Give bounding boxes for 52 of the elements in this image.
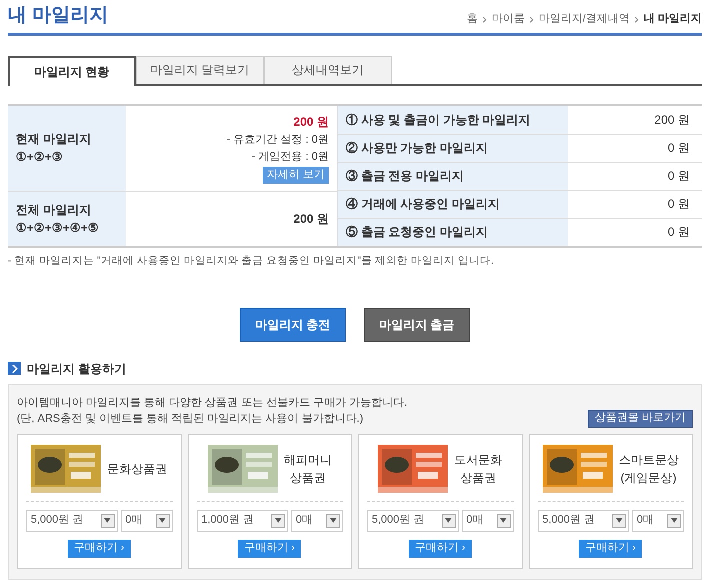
voucher-name: 도서문화 상품권	[454, 452, 502, 486]
quantity-select[interactable]: 0매	[632, 510, 684, 532]
action-button[interactable]: 마일리지 충전	[240, 308, 346, 342]
amount-text: 0 원	[668, 140, 690, 158]
amount-text: 200 원	[294, 210, 329, 228]
info-text: (단, ARS충전 및 이벤트를 통해 적립된 마일리지는 사용이 불가합니다.)	[17, 412, 365, 427]
action-button[interactable]: 마일리지 출금	[364, 308, 470, 342]
row-label: ⑤ 출금 요청중인 마일리지	[346, 224, 488, 242]
chevron-icon	[634, 16, 639, 22]
formula-text: ①+②+③+④+⑤	[16, 220, 100, 237]
detail-text: - 게임전용 : 0원	[252, 150, 329, 166]
amount-text: 200 원	[654, 112, 690, 129]
quantity-select[interactable]: 0매	[120, 510, 172, 532]
info-text: 아이템매니아 마일리지를 통해 다양한 상품권 또는 선불카드 구매가 가능합니다.	[17, 396, 408, 410]
denomination-select[interactable]: 5,000원 권	[367, 510, 458, 532]
tab[interactable]: 마일리지 달력보기	[136, 56, 264, 84]
voucher-name: 문화상품권	[107, 460, 168, 478]
tab[interactable]: 마일리지 현황	[8, 56, 136, 86]
buy-button[interactable]: 구매하기 ›	[579, 540, 642, 558]
row-label: 전체 마일리지	[16, 202, 92, 219]
amount-text: 0 원	[668, 168, 690, 186]
amount-text: 0 원	[668, 224, 690, 242]
denomination-select[interactable]: 5,000원 권	[26, 510, 118, 532]
amount-text: 0 원	[668, 196, 690, 214]
row-label: ③ 출금 전용 마일리지	[346, 168, 464, 186]
breadcrumb-link[interactable]: 마이룸	[492, 11, 525, 28]
buy-button[interactable]: 구매하기 ›	[68, 540, 131, 558]
row-label: ① 사용 및 출금이 가능한 마일리지	[346, 112, 531, 129]
note-text: - 현재 마일리지는 "거래에 사용중인 마일리지와 출금 요청중인 마일리지"를 제외한 마일리지 입니다.	[8, 254, 495, 269]
voucher-name: 해피머니 상품권	[284, 452, 332, 486]
detail-text: - 유효기간 설정 : 0원	[226, 132, 329, 148]
chevron-icon	[8, 362, 21, 375]
amount-text: 200 원	[294, 114, 329, 131]
denomination-select[interactable]: 5,000원 권	[538, 510, 629, 532]
breadcrumb-link[interactable]: 홈	[466, 11, 478, 28]
breadcrumb-link[interactable]: 마일리지/결제내역	[538, 11, 630, 28]
row-label: ④ 거래에 사용중인 마일리지	[346, 196, 500, 214]
section-title: 마일리지 활용하기	[27, 360, 126, 378]
buy-button[interactable]: 구매하기 ›	[408, 540, 472, 558]
row-label: 현재 마일리지	[16, 131, 92, 148]
row-label: ② 사용만 가능한 마일리지	[346, 140, 488, 158]
buy-button[interactable]: 구매하기 ›	[238, 540, 302, 558]
quantity-select[interactable]: 0매	[291, 510, 343, 532]
tab[interactable]: 상세내역보기	[264, 56, 392, 84]
page-title: 내 마일리지	[8, 4, 108, 28]
denomination-select[interactable]: 1,000원 권	[196, 510, 288, 532]
quantity-select[interactable]: 0매	[462, 510, 514, 532]
voucher-name: 스마트문상 (게임문상)	[618, 452, 679, 486]
chevron-icon	[530, 16, 534, 22]
chevron-icon	[482, 16, 487, 22]
shop-button[interactable]: 상품권몰 바로가기	[588, 410, 693, 428]
formula-text: ①+②+③	[16, 149, 64, 166]
